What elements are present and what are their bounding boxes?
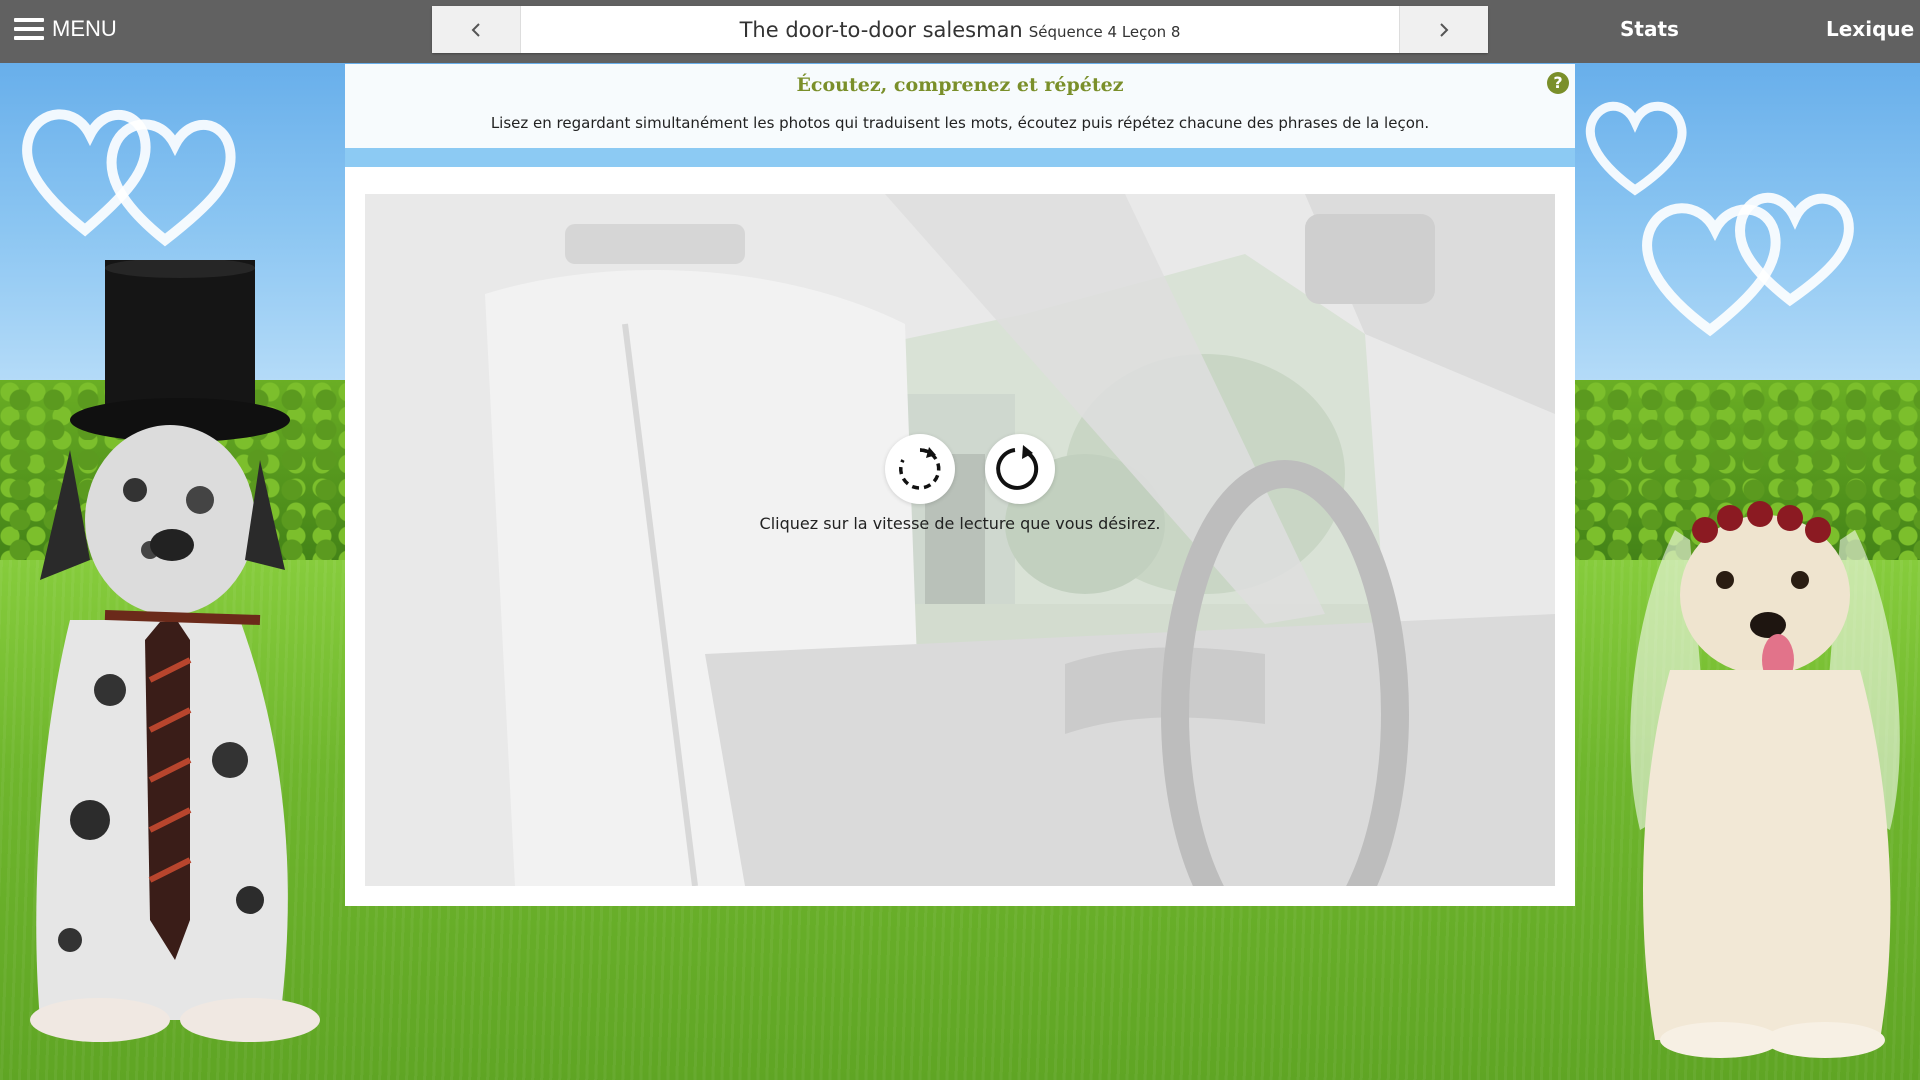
menu-label: MENU	[52, 16, 117, 41]
menu-button[interactable]: MENU	[14, 12, 117, 46]
lesson-photo: Cliquez sur la vitesse de lecture que vo…	[365, 194, 1555, 886]
normal-replay-icon	[996, 445, 1039, 490]
hamburger-icon	[14, 18, 44, 40]
car-interior-photo	[365, 194, 1555, 886]
slow-replay-icon	[899, 447, 941, 490]
lesson-sequence: Séquence 4 Leçon 8	[1028, 22, 1181, 41]
lexique-link[interactable]: Lexique	[1826, 17, 1914, 41]
help-icon[interactable]: ?	[1547, 72, 1569, 94]
instructions-text: Lisez en regardant simultanément les pho…	[490, 114, 1430, 132]
bride-dog-illustration	[1630, 501, 1900, 1058]
lesson-title: The door-to-door salesman Séquence 4 Leç…	[520, 6, 1400, 53]
previous-lesson-button[interactable]	[432, 6, 521, 53]
slow-speed-button[interactable]	[885, 434, 955, 504]
lesson-title-main: The door-to-door salesman	[739, 17, 1023, 42]
playback-speed-prompt: Cliquez sur la vitesse de lecture que vo…	[759, 514, 1161, 533]
cloud-hearts-right	[1642, 192, 1854, 337]
chevron-left-icon	[471, 22, 480, 37]
instructions-title: Écoutez, comprenez et répétez	[796, 74, 1124, 96]
chevron-right-icon	[1440, 22, 1449, 37]
cloud-hearts-left	[22, 109, 236, 247]
blue-divider-strip	[345, 148, 1575, 167]
lesson-title-box: The door-to-door salesman Séquence 4 Leç…	[432, 6, 1488, 53]
normal-speed-button[interactable]	[985, 434, 1055, 504]
instructions-panel: Écoutez, comprenez et répétez Lisez en r…	[345, 64, 1575, 148]
top-navigation-bar: MENU The door-to-door salesman Séquence …	[0, 0, 1920, 63]
stats-link[interactable]: Stats	[1620, 17, 1679, 41]
next-lesson-button[interactable]	[1399, 6, 1488, 53]
groom-dog-illustration	[30, 260, 320, 1042]
